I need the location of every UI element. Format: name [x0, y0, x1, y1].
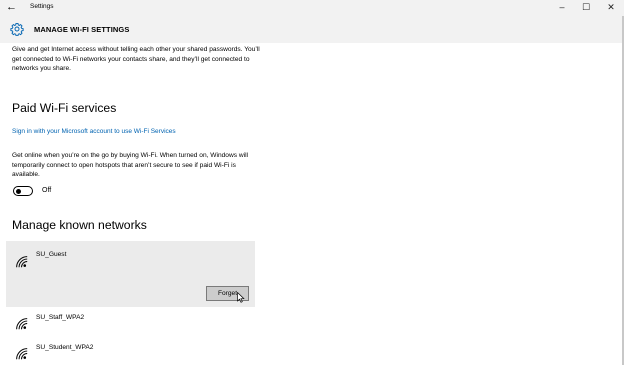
intro-text: Give and get Internet access without tel… — [12, 46, 260, 73]
network-item-su-guest[interactable]: SU_Guest Forget — [6, 241, 255, 307]
maximize-button[interactable]: ☐ — [574, 0, 598, 16]
app-title: Settings — [30, 3, 54, 10]
wifi-icon — [16, 318, 28, 330]
toggle-state-label: Off — [42, 187, 52, 194]
wifi-icon — [16, 348, 28, 360]
network-name: SU_Student_WPA2 — [36, 344, 94, 351]
network-item-su-staff-wpa2[interactable]: SU_Staff_WPA2 — [6, 309, 255, 333]
page-title: MANAGE WI-FI SETTINGS — [34, 25, 130, 34]
known-networks-heading: Manage known networks — [12, 218, 147, 232]
network-name: SU_Staff_WPA2 — [36, 314, 85, 321]
paid-wifi-heading: Paid Wi-Fi services — [12, 101, 117, 115]
title-bar: ← Settings – ☐ ✕ — [0, 0, 624, 16]
mouse-cursor-icon — [237, 292, 245, 303]
wifi-icon — [16, 256, 28, 268]
page-header: MANAGE WI-FI SETTINGS — [0, 16, 624, 43]
close-button[interactable]: ✕ — [599, 0, 623, 16]
minimize-button[interactable]: – — [550, 0, 574, 16]
gear-icon — [10, 22, 24, 36]
network-name: SU_Guest — [36, 251, 67, 258]
microsoft-account-link[interactable]: Sign in with your Microsoft account to u… — [12, 127, 176, 136]
network-item-su-student-wpa2[interactable]: SU_Student_WPA2 — [6, 339, 255, 363]
paid-wifi-toggle[interactable] — [13, 186, 33, 196]
back-arrow-icon[interactable]: ← — [6, 0, 17, 14]
paid-wifi-description: Get online when you’re on the go by buyi… — [12, 152, 249, 179]
toggle-knob — [16, 188, 21, 194]
